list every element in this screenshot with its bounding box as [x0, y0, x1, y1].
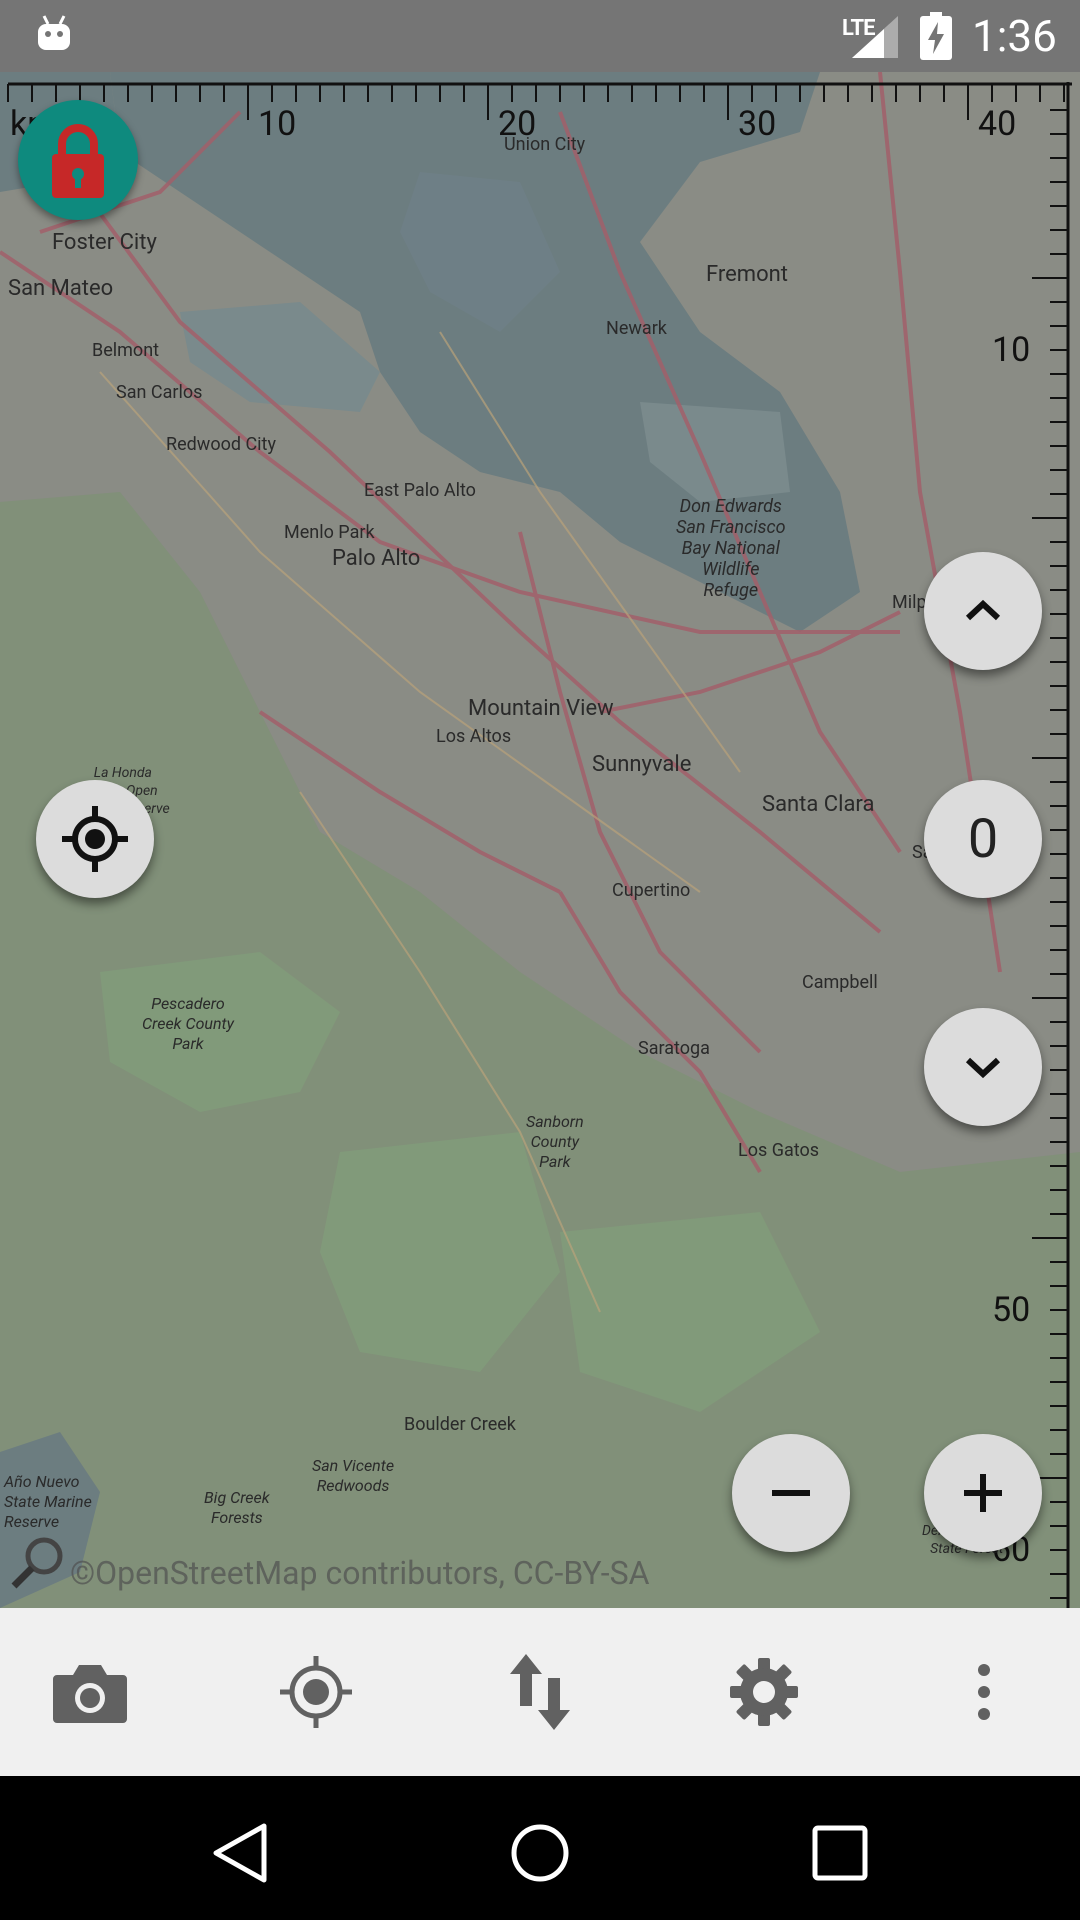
map-label: Campbell [802, 972, 878, 993]
map-label: Don Edwards San Francisco Bay National W… [676, 496, 786, 601]
lock-button[interactable] [18, 100, 138, 220]
android-notification-icon [38, 15, 70, 50]
settings-icon [730, 1658, 798, 1726]
battery-charging-icon [920, 12, 952, 60]
map-label: Foster City [52, 230, 157, 255]
map-label: San Vicente Redwoods [312, 1456, 395, 1495]
tilt-up-button[interactable] [924, 552, 1042, 670]
more-vert-icon [978, 1664, 990, 1720]
map-label: Fremont [706, 262, 788, 287]
map-label: Menlo Park [284, 522, 375, 543]
map-label: Sanborn County Park [526, 1112, 584, 1171]
map-label: Belmont [92, 340, 160, 361]
search-icon[interactable] [8, 1532, 68, 1592]
map-attribution: ©OpenStreetMap contributors, CC-BY-SA [70, 1554, 650, 1592]
map-label: San Mateo [8, 276, 114, 301]
map-label: Los Altos [436, 726, 512, 747]
minus-icon [772, 1490, 810, 1496]
home-icon[interactable] [505, 1818, 575, 1888]
ruler-right-label: 10 [992, 330, 1031, 370]
bottom-toolbar [0, 1608, 1080, 1776]
camera-icon [53, 1665, 127, 1723]
map-label: Cupertino [612, 880, 691, 901]
map-label: Los Gatos [738, 1140, 820, 1161]
map-tiles [0, 72, 1080, 1608]
my-location-button[interactable] [276, 1652, 356, 1732]
map-label: Saratoga [638, 1038, 710, 1059]
overflow-menu-button[interactable] [944, 1652, 1024, 1732]
map-label: Union City [504, 134, 586, 155]
signal-icon [852, 16, 898, 58]
back-icon[interactable] [206, 1818, 276, 1888]
ruler-top-label: 10 [258, 104, 297, 144]
map-label: San Carlos [116, 382, 203, 403]
center-location-button[interactable] [36, 780, 154, 898]
status-bar: LTE 1:36 [0, 0, 1080, 72]
map-label: Boulder Creek [404, 1414, 516, 1435]
tilt-down-button[interactable] [924, 1008, 1042, 1126]
map-label: Año Nuevo State Marine Reserve [4, 1472, 92, 1531]
map-label: Santa Clara [762, 792, 875, 817]
zoom-out-button[interactable] [732, 1434, 850, 1552]
settings-button[interactable] [724, 1652, 804, 1732]
map-label: Mountain View [468, 696, 614, 721]
gps-fixed-icon [62, 806, 128, 872]
clock: 1:36 [972, 10, 1057, 62]
zoom-in-button[interactable] [924, 1434, 1042, 1552]
map-label: Sunnyvale [592, 752, 692, 777]
camera-button[interactable] [50, 1652, 130, 1732]
recents-icon[interactable] [805, 1818, 875, 1888]
map-view[interactable]: km 10 20 30 40 10 20 30 40 50 60 Foster … [0, 72, 1080, 1608]
tilt-value-button[interactable]: 0 [924, 780, 1042, 898]
map-label: Pescadero Creek County Park [142, 994, 234, 1053]
ruler-right-label: 50 [992, 1290, 1031, 1330]
chevron-down-icon [965, 1057, 1001, 1079]
tilt-value: 0 [967, 807, 999, 871]
lock-icon [52, 124, 104, 198]
map-label: Newark [606, 318, 667, 339]
map-label: East Palo Alto [364, 480, 476, 501]
map-label: Big Creek Forests [204, 1488, 270, 1527]
swap-button[interactable] [500, 1652, 580, 1732]
swap-vertical-icon [510, 1654, 570, 1730]
ruler-top-label: 30 [738, 104, 777, 144]
map-label: Palo Alto [332, 546, 421, 571]
map-label: Redwood City [166, 434, 276, 455]
chevron-up-icon [965, 599, 1001, 621]
my-location-icon [280, 1656, 352, 1728]
system-nav-bar [0, 1776, 1080, 1920]
plus-icon [964, 1474, 1002, 1512]
